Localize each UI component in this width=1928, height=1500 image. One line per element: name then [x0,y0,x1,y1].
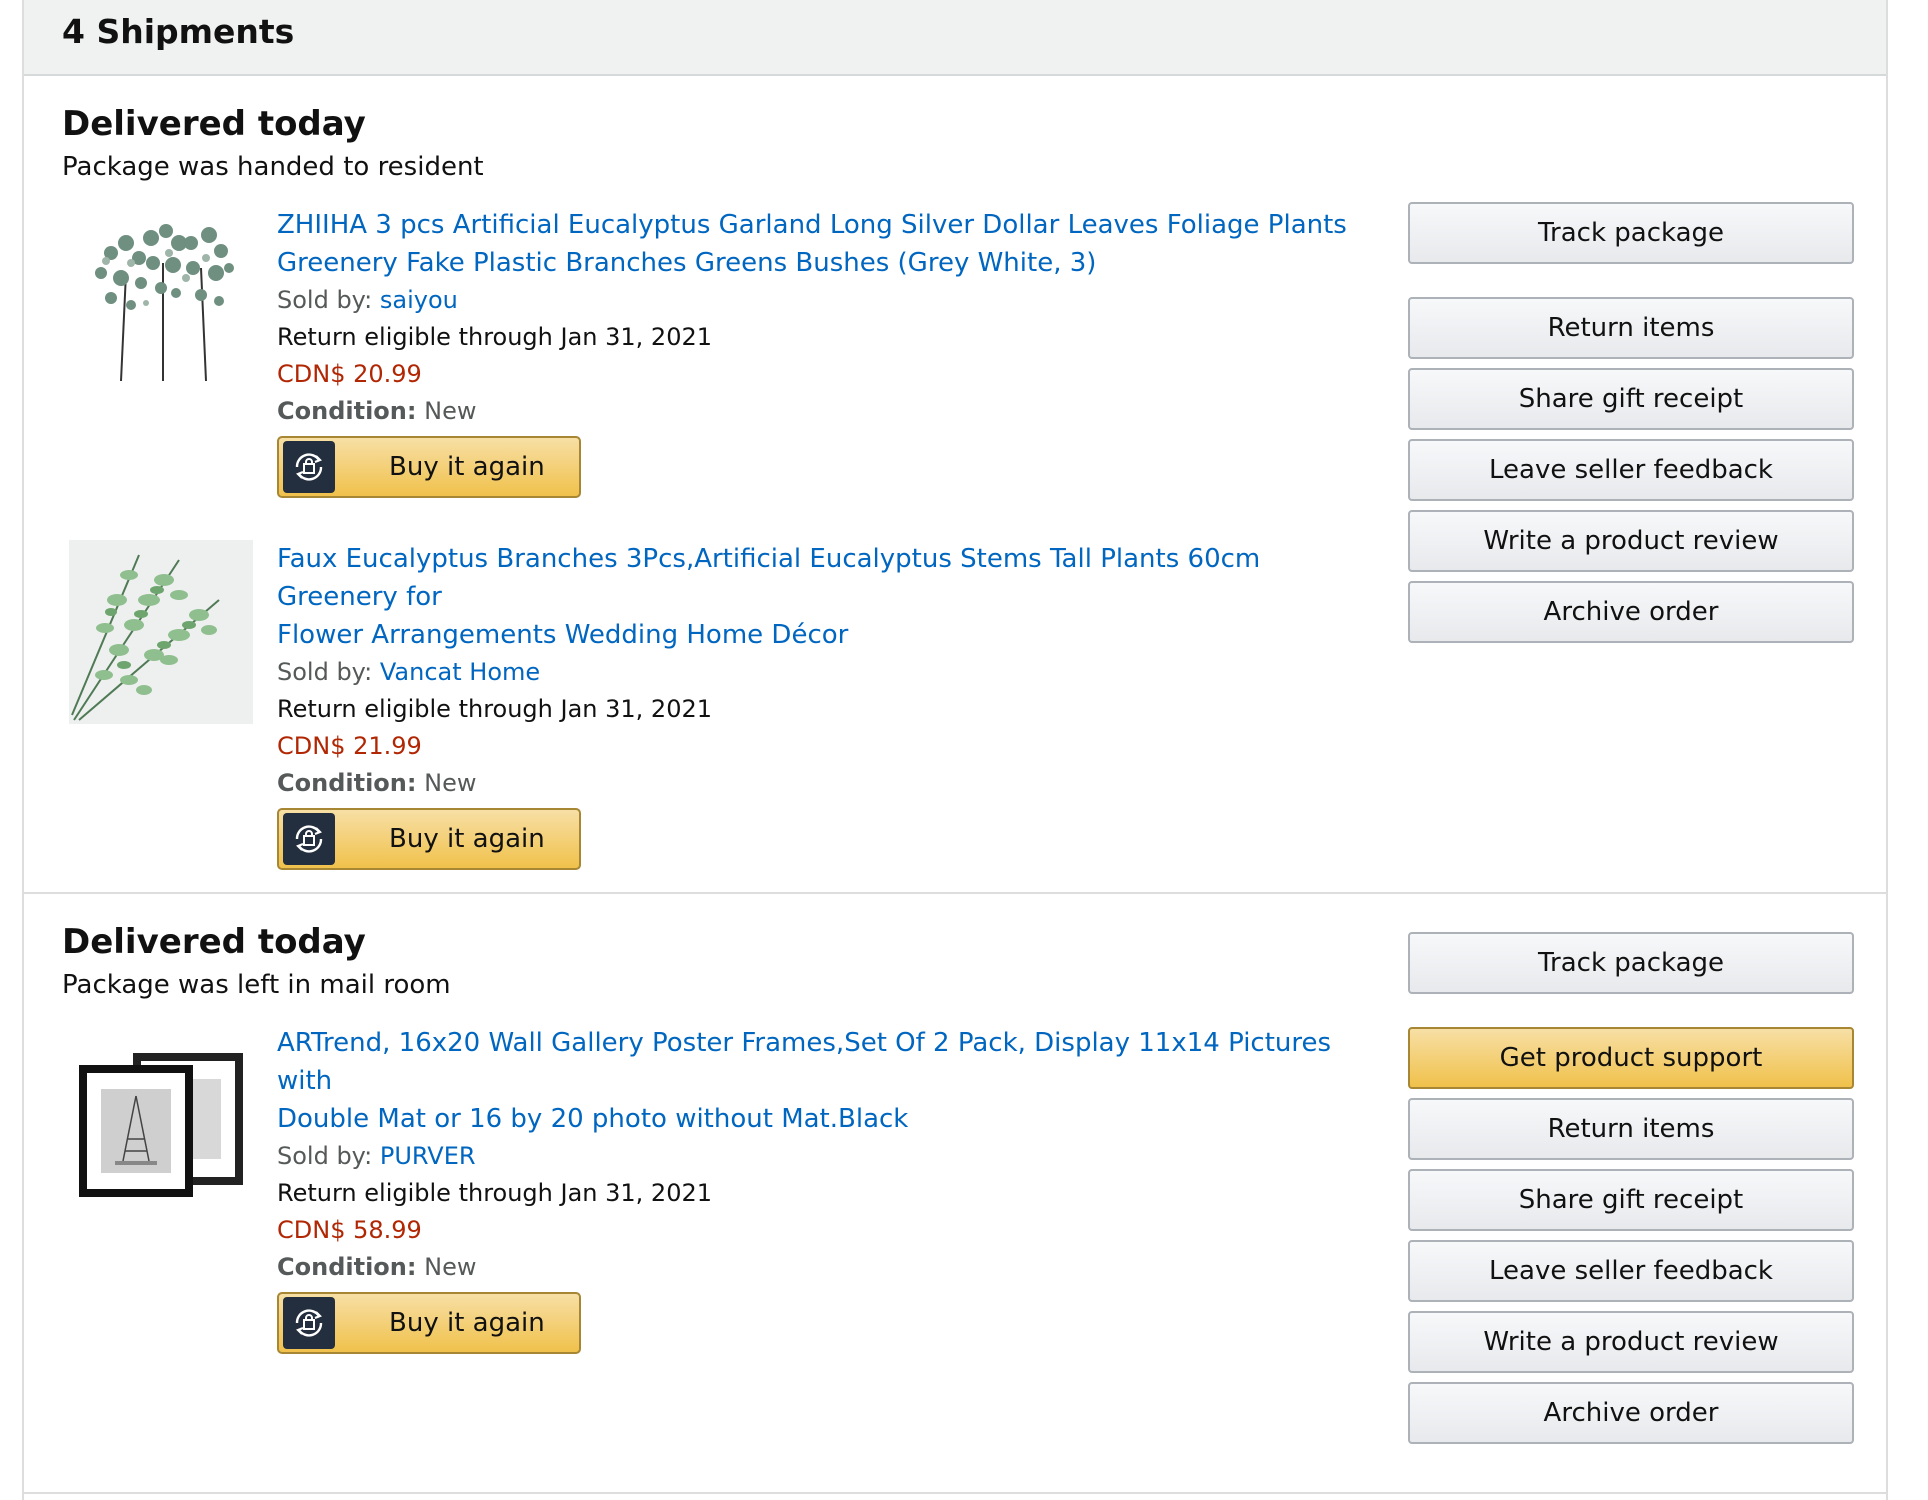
sold-by-label: Sold by: [277,286,373,314]
seller-link[interactable]: Vancat Home [380,658,540,686]
sold-by-label: Sold by: [277,1142,373,1170]
shipments-header: 4 Shipments [24,0,1886,76]
leave-seller-feedback-button[interactable]: Leave seller feedback [1408,439,1854,501]
product-title-link[interactable]: ARTrend, 16x20 Wall Gallery Poster Frame… [277,1024,1377,1138]
condition-value: New [424,397,477,425]
sold-by-label: Sold by: [277,658,373,686]
buy-it-again-label: Buy it again [389,1308,545,1338]
condition-label: Condition: [277,397,417,425]
shipment-substatus: Package was left in mail room [62,970,451,1000]
track-package-button[interactable]: Track package [1408,202,1854,264]
item-price: CDN$ 21.99 [277,732,422,760]
eucalyptus-stems-image[interactable] [69,540,253,724]
return-eligibility: Return eligible through Jan 31, 2021 [277,695,712,723]
return-items-button[interactable]: Return items [1408,1098,1854,1160]
condition-value: New [424,769,477,797]
buy-again-icon [283,441,335,493]
share-gift-receipt-button[interactable]: Share gift receipt [1408,368,1854,430]
return-items-button[interactable]: Return items [1408,297,1854,359]
poster-frames-image[interactable] [69,1024,253,1208]
shipments-panel: 4 Shipments Delivered today Package was … [22,0,1888,1500]
buy-it-again-button[interactable]: Buy it again [277,1292,581,1354]
shipment-2: Delivered today Package was left in mail… [24,894,1886,1494]
buy-it-again-button[interactable]: Buy it again [277,436,581,498]
condition-value: New [424,1253,477,1281]
return-eligibility: Return eligible through Jan 31, 2021 [277,323,712,351]
shipment-substatus: Package was handed to resident [62,152,484,182]
shipment-status: Delivered today [62,104,366,144]
product-title-link[interactable]: Faux Eucalyptus Branches 3Pcs,Artificial… [277,540,1377,654]
return-eligibility: Return eligible through Jan 31, 2021 [277,1179,712,1207]
buy-again-icon [283,813,335,865]
seller-link[interactable]: saiyou [380,286,458,314]
write-product-review-button[interactable]: Write a product review [1408,1311,1854,1373]
seller-link[interactable]: PURVER [380,1142,476,1170]
condition-label: Condition: [277,1253,417,1281]
track-package-button[interactable]: Track package [1408,932,1854,994]
write-product-review-button[interactable]: Write a product review [1408,510,1854,572]
product-title-link[interactable]: ZHIIHA 3 pcs Artificial Eucalyptus Garla… [277,206,1377,282]
eucalyptus-garland-image[interactable] [69,206,253,390]
item-info: ARTrend, 16x20 Wall Gallery Poster Frame… [277,1024,1377,1354]
item-price: CDN$ 58.99 [277,1216,422,1244]
buy-it-again-label: Buy it again [389,824,545,854]
shipments-count-title: 4 Shipments [62,12,295,51]
shipment-1: Delivered today Package was handed to re… [24,76,1886,894]
leave-seller-feedback-button[interactable]: Leave seller feedback [1408,1240,1854,1302]
archive-order-button[interactable]: Archive order [1408,1382,1854,1444]
item-price: CDN$ 20.99 [277,360,422,388]
buy-it-again-button[interactable]: Buy it again [277,808,581,870]
buy-it-again-label: Buy it again [389,452,545,482]
get-product-support-button[interactable]: Get product support [1408,1027,1854,1089]
condition-label: Condition: [277,769,417,797]
buy-again-icon [283,1297,335,1349]
item-info: ZHIIHA 3 pcs Artificial Eucalyptus Garla… [277,206,1377,498]
item-info: Faux Eucalyptus Branches 3Pcs,Artificial… [277,540,1377,870]
share-gift-receipt-button[interactable]: Share gift receipt [1408,1169,1854,1231]
shipment-status: Delivered today [62,922,366,962]
archive-order-button[interactable]: Archive order [1408,581,1854,643]
